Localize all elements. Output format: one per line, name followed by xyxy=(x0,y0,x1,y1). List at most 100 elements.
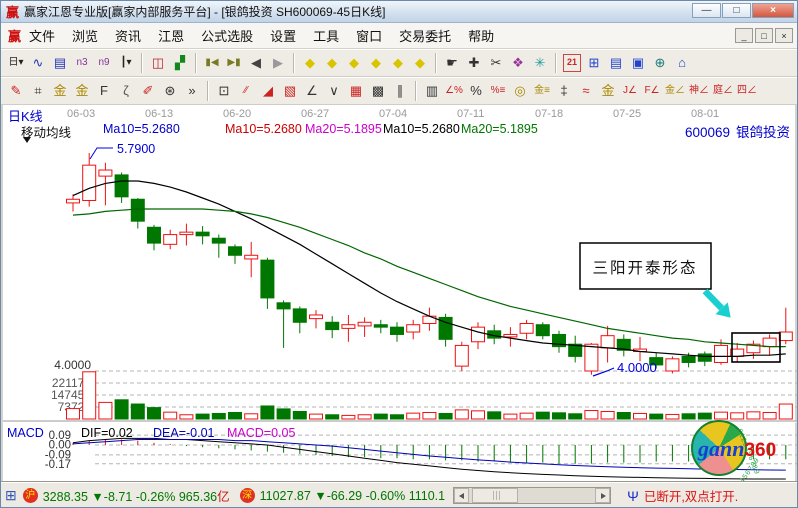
gold-levels-icon[interactable]: 金≡ xyxy=(531,80,553,102)
calculator-icon[interactable]: ⊞ xyxy=(583,52,605,74)
spiral-tool-icon[interactable]: ζ xyxy=(115,80,137,102)
period-day-button[interactable]: 日▾ xyxy=(5,52,27,74)
diamond-up-icon[interactable]: ◆ xyxy=(387,52,409,74)
gann360-wordmark: gann360 xyxy=(698,436,776,462)
scroll-right-button[interactable] xyxy=(595,488,610,503)
report-icon[interactable]: ▤ xyxy=(605,52,627,74)
brush-tool-icon[interactable]: ✎ xyxy=(5,80,27,102)
menu-item-7[interactable]: 窗口 xyxy=(356,29,382,44)
gann-grid-gold2-icon[interactable]: 金 xyxy=(71,80,93,102)
maximize-button[interactable]: □ xyxy=(722,3,751,18)
menu-item-5[interactable]: 设置 xyxy=(270,29,296,44)
minimize-button[interactable]: — xyxy=(692,3,721,18)
cycle-tool-icon[interactable]: ✳ xyxy=(529,52,551,74)
network-icon[interactable]: ⊕ xyxy=(649,52,671,74)
square-grid-icon[interactable]: ▦ xyxy=(345,80,367,102)
horizontal-scrollbar[interactable] xyxy=(453,487,611,504)
time-cycle-icon[interactable]: ⊛ xyxy=(159,80,181,102)
mdi-restore-button[interactable]: □ xyxy=(755,28,773,43)
gann-angle-four-icon[interactable]: 四∠ xyxy=(735,80,759,102)
gann-angle-j-icon[interactable]: J∠ xyxy=(619,80,641,102)
diamond-compress-icon[interactable]: ◆ xyxy=(365,52,387,74)
gann-angle-gold-icon[interactable]: 金∠ xyxy=(663,80,687,102)
prev-page-icon[interactable]: ◀ xyxy=(245,52,267,74)
gann-box-tool-icon[interactable]: ❖ xyxy=(507,52,529,74)
save-icon[interactable]: ▣ xyxy=(627,52,649,74)
scroll-left-button[interactable] xyxy=(454,488,469,503)
quotes-panel-icon[interactable]: ⊞ xyxy=(5,487,17,504)
menu-item-6[interactable]: 工具 xyxy=(313,29,339,44)
mdi-close-button[interactable]: × xyxy=(775,28,793,43)
hand-tool-icon[interactable]: ☛ xyxy=(441,52,463,74)
sh-unit: 亿 xyxy=(217,490,230,504)
remote-client-icon[interactable]: ⌂ xyxy=(671,52,693,74)
menu-item-2[interactable]: 资讯 xyxy=(115,29,141,44)
mdi-minimize-button[interactable]: _ xyxy=(735,28,753,43)
calendar-icon[interactable]: 21 xyxy=(563,54,581,72)
diamond-left-icon[interactable]: ◆ xyxy=(299,52,321,74)
more-tools-chevron[interactable]: » xyxy=(181,80,203,102)
next-page-icon[interactable]: ▶ xyxy=(267,52,289,74)
shanghai-badge-icon[interactable]: 沪 xyxy=(23,488,38,503)
wave-band-icon[interactable]: ≈ xyxy=(575,80,597,102)
menu-item-4[interactable]: 公式选股 xyxy=(201,29,253,44)
diamond-right-icon[interactable]: ◆ xyxy=(321,52,343,74)
kline-chart-canvas[interactable]: 4.0000221179147453737260.090.00-0.09-0.1… xyxy=(3,105,798,481)
price-flag-icon[interactable]: ‡ xyxy=(553,80,575,102)
hatch-grid-icon[interactable]: ▩ xyxy=(367,80,389,102)
status-bar: ⊞ 沪 3288.35 ▼-8.71 -0.26% 965.36亿 深 1102… xyxy=(1,481,797,508)
cut-tool-icon[interactable]: ✂ xyxy=(485,52,507,74)
chart-area: 4.0000221179147453737260.090.00-0.09-0.1… xyxy=(1,105,797,481)
speed-rays-icon[interactable]: ∕∕ xyxy=(235,80,257,102)
percent-icon[interactable]: % xyxy=(465,80,487,102)
candle-style-icon[interactable]: ┃▾ xyxy=(115,52,137,74)
menu-item-9[interactable]: 帮助 xyxy=(468,29,494,44)
crosshair-icon[interactable]: ✚ xyxy=(463,52,485,74)
small-chart-3-icon[interactable]: n3 xyxy=(71,52,93,74)
gann-angle-shen-icon[interactable]: 神∠ xyxy=(687,80,711,102)
first-page-icon[interactable]: ▮◀ xyxy=(201,52,223,74)
parallel-lines-icon[interactable]: ∥ xyxy=(389,80,411,102)
scrollbar-thumb[interactable] xyxy=(472,488,518,503)
shenzhen-index-quote[interactable]: 11027.87 ▼-66.29 -0.60% 1110.1 xyxy=(260,489,446,503)
grid-axis-icon[interactable]: ⌗ xyxy=(27,80,49,102)
last-page-icon[interactable]: ▶▮ xyxy=(223,52,245,74)
fan-grid-icon[interactable]: ▧ xyxy=(279,80,301,102)
percent-angle-icon[interactable]: ∠% xyxy=(443,80,465,102)
menu-item-1[interactable]: 浏览 xyxy=(72,29,98,44)
menu-item-8[interactable]: 交易委托 xyxy=(399,29,451,44)
zigzag-icon[interactable]: ∨ xyxy=(323,80,345,102)
connection-status-text[interactable]: 已断开,双点打开. xyxy=(644,486,738,505)
percent-levels-icon[interactable]: %≡ xyxy=(487,80,509,102)
ruler-icon[interactable]: ▥ xyxy=(421,80,443,102)
connection-antenna-icon: Ψ xyxy=(627,488,639,504)
fan-lines-icon[interactable]: ◢ xyxy=(257,80,279,102)
ma-selector-arrow-icon[interactable] xyxy=(23,137,31,143)
fib-grid-icon[interactable]: F xyxy=(93,80,115,102)
pencil-tool-icon[interactable]: ✐ xyxy=(137,80,159,102)
shanghai-index-quote[interactable]: 3288.35 ▼-8.71 -0.26% 965.36亿 xyxy=(43,486,230,505)
diamond-down-icon[interactable]: ◆ xyxy=(409,52,431,74)
svg-text:-0.17: -0.17 xyxy=(45,459,71,471)
indicator-window-icon[interactable]: ◫ xyxy=(147,52,169,74)
gold-label-icon[interactable]: 金 xyxy=(597,80,619,102)
shenzhen-badge-icon[interactable]: 深 xyxy=(240,488,255,503)
small-chart-9-icon[interactable]: n9 xyxy=(93,52,115,74)
gann-angle-ting-icon[interactable]: 庭∠ xyxy=(711,80,735,102)
toolbar-separator xyxy=(207,81,209,101)
wave-chart-icon[interactable]: ∿ xyxy=(27,52,49,74)
close-button[interactable]: × xyxy=(752,3,794,18)
gold-circle-icon[interactable]: ◎ xyxy=(509,80,531,102)
menu-item-3[interactable]: 江恩 xyxy=(158,29,184,44)
diamond-expand-icon[interactable]: ◆ xyxy=(343,52,365,74)
pattern-annotation[interactable]: 三阳开泰形态 xyxy=(580,243,711,289)
gann-grid-gold-icon[interactable]: 金 xyxy=(49,80,71,102)
gann-angle-f-icon[interactable]: F∠ xyxy=(641,80,663,102)
toolbar-separator xyxy=(141,53,143,73)
color-volume-icon[interactable]: ▞ xyxy=(169,52,191,74)
f10-info-icon[interactable]: ▤ xyxy=(49,52,71,74)
title-bar[interactable]: 赢 赢家江恩专业版[赢家内部服务平台] - [银鸽投资 SH600069-45日… xyxy=(1,1,797,23)
trend-angle-icon[interactable]: ∠ xyxy=(301,80,323,102)
menu-item-0[interactable]: 文件 xyxy=(29,29,55,44)
box-frame-icon[interactable]: ⊡ xyxy=(213,80,235,102)
